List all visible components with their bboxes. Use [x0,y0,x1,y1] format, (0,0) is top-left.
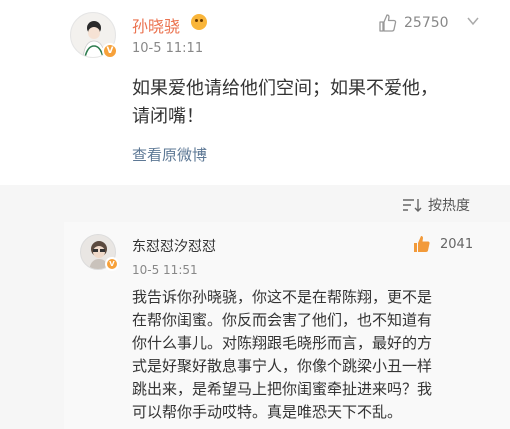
post-text-line: 请闭嘴！ [132,106,204,127]
post-text-line: 如果爱他请给他们空间；如果不爱他， [132,78,438,99]
post-like-count: 25750 [404,15,449,31]
verified-badge-icon: V [105,257,119,271]
comment-text-line: 跳出来，是希望马上把你闺蜜牵扯进来吗？我 [132,380,433,398]
verified-badge-icon: V [102,43,118,59]
thumbs-up-icon [414,236,430,252]
original-post: V 孙晓骁 10-5 11:11 25750 如果爱他请给他们空间；如果不爱他，… [0,0,510,185]
sort-icon [403,199,422,212]
comment-text-line: 在帮你闺蜜。你反而会害了他们，也不知道有 [132,311,433,329]
comment-like-button[interactable]: 2041 [412,234,473,254]
member-emoji-icon [191,14,207,30]
view-original-link[interactable]: 查看原微博 [132,144,207,165]
post-text: 如果爱他请给他们空间；如果不爱他， 请闭嘴！ [132,75,472,131]
comment-time: 10-5 11:51 [132,263,198,277]
comment-like-count: 2041 [440,236,474,252]
comment-text-line: 式是好聚好散息事宁人，你像个跳梁小丑一样 [132,357,433,375]
thumbs-up-icon [379,14,397,32]
sort-label: 按热度 [428,198,470,214]
post-avatar[interactable]: V [70,12,118,59]
comment-text: 我告诉你孙晓骁，你这不是在帮陈翔，更不是 在帮你闺蜜。你反而会害了他们，也不知道… [132,286,488,424]
post-like-button[interactable]: 25750 [378,11,449,35]
sort-by-hot-button[interactable]: 按热度 [402,195,470,215]
post-author-name[interactable]: 孙晓骁 [132,13,180,37]
more-chevron-icon[interactable] [466,14,480,28]
comment-text-line: 可以帮你手动哎特。真是唯恐天下不乱。 [132,403,403,421]
comment-text-line: 我告诉你孙晓骁，你这不是在帮陈翔，更不是 [132,288,433,306]
comment-text-line: 你什么事儿。对陈翔跟毛晓彤而言，最好的方 [132,334,433,352]
comment-author-name[interactable]: 东怼怼汐怼怼 [132,236,216,256]
post-time: 10-5 11:11 [132,41,204,56]
